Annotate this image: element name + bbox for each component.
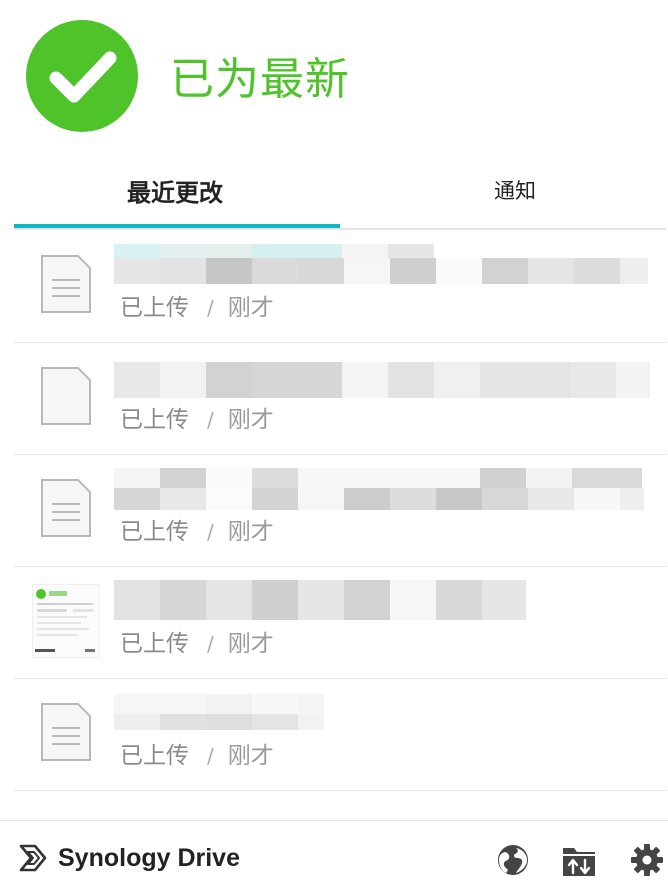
file-status: 已上传 / 刚才 xyxy=(120,736,274,770)
synology-drive-logo-icon xyxy=(19,844,47,872)
tab-notifications[interactable]: 通知 xyxy=(340,150,666,230)
sync-folder-icon[interactable] xyxy=(562,843,596,877)
filename-redacted xyxy=(114,488,644,510)
list-item[interactable]: 已上传 / 刚才 xyxy=(14,454,666,567)
status-header: 已为最新 xyxy=(0,0,668,150)
filename-redacted xyxy=(114,714,324,730)
filename-redacted xyxy=(114,362,650,398)
upload-status: 已上传 xyxy=(120,631,189,657)
blank-file-icon xyxy=(41,367,91,425)
sync-status-text: 已为最新 xyxy=(170,54,350,105)
list-item[interactable]: 已上传 / 刚才 xyxy=(14,230,666,343)
upload-time: 刚才 xyxy=(227,295,274,321)
document-icon xyxy=(41,479,91,537)
tab-label: 通知 xyxy=(494,179,536,203)
separator: / xyxy=(207,632,214,656)
upload-status: 已上传 xyxy=(120,295,189,321)
upload-status: 已上传 xyxy=(120,407,189,433)
separator: / xyxy=(207,408,214,432)
filename-redacted xyxy=(114,580,526,620)
upload-status: 已上传 xyxy=(120,519,189,545)
filename-redacted xyxy=(114,258,648,284)
file-status: 已上传 / 刚才 xyxy=(120,512,274,546)
image-thumbnail xyxy=(32,584,100,658)
tab-label: 最近更改 xyxy=(127,178,223,207)
list-item[interactable]: 已上传 / 刚才 xyxy=(14,566,666,679)
list-item[interactable]: 已上传 / 刚才 xyxy=(14,678,666,791)
recent-files-list: 已上传 / 刚才 已上传 / 刚才 已上传 / 刚才 已上传 / 刚才 已上传 … xyxy=(14,230,666,820)
tab-bar: 最近更改 通知 xyxy=(14,150,666,230)
upload-time: 刚才 xyxy=(227,519,274,545)
list-item[interactable]: 已上传 / 刚才 xyxy=(14,342,666,455)
footer-bar: Synology Drive xyxy=(0,820,668,889)
globe-icon[interactable] xyxy=(496,843,530,877)
file-status: 已上传 / 刚才 xyxy=(120,624,274,658)
upload-status: 已上传 xyxy=(120,743,189,769)
filename-redacted xyxy=(114,468,642,488)
separator: / xyxy=(207,520,214,544)
gear-icon[interactable] xyxy=(630,843,664,877)
tab-recent-changes[interactable]: 最近更改 xyxy=(14,150,340,230)
filename-redacted xyxy=(114,694,324,714)
upload-time: 刚才 xyxy=(227,407,274,433)
document-icon xyxy=(41,255,91,313)
check-circle-icon xyxy=(26,20,138,132)
brand: Synology Drive xyxy=(18,843,240,873)
upload-time: 刚才 xyxy=(227,743,274,769)
separator: / xyxy=(207,744,214,768)
file-status: 已上传 / 刚才 xyxy=(120,288,274,322)
separator: / xyxy=(207,296,214,320)
app-name: Synology Drive xyxy=(58,843,240,872)
upload-time: 刚才 xyxy=(227,631,274,657)
document-icon xyxy=(41,703,91,761)
file-status: 已上传 / 刚才 xyxy=(120,400,274,434)
